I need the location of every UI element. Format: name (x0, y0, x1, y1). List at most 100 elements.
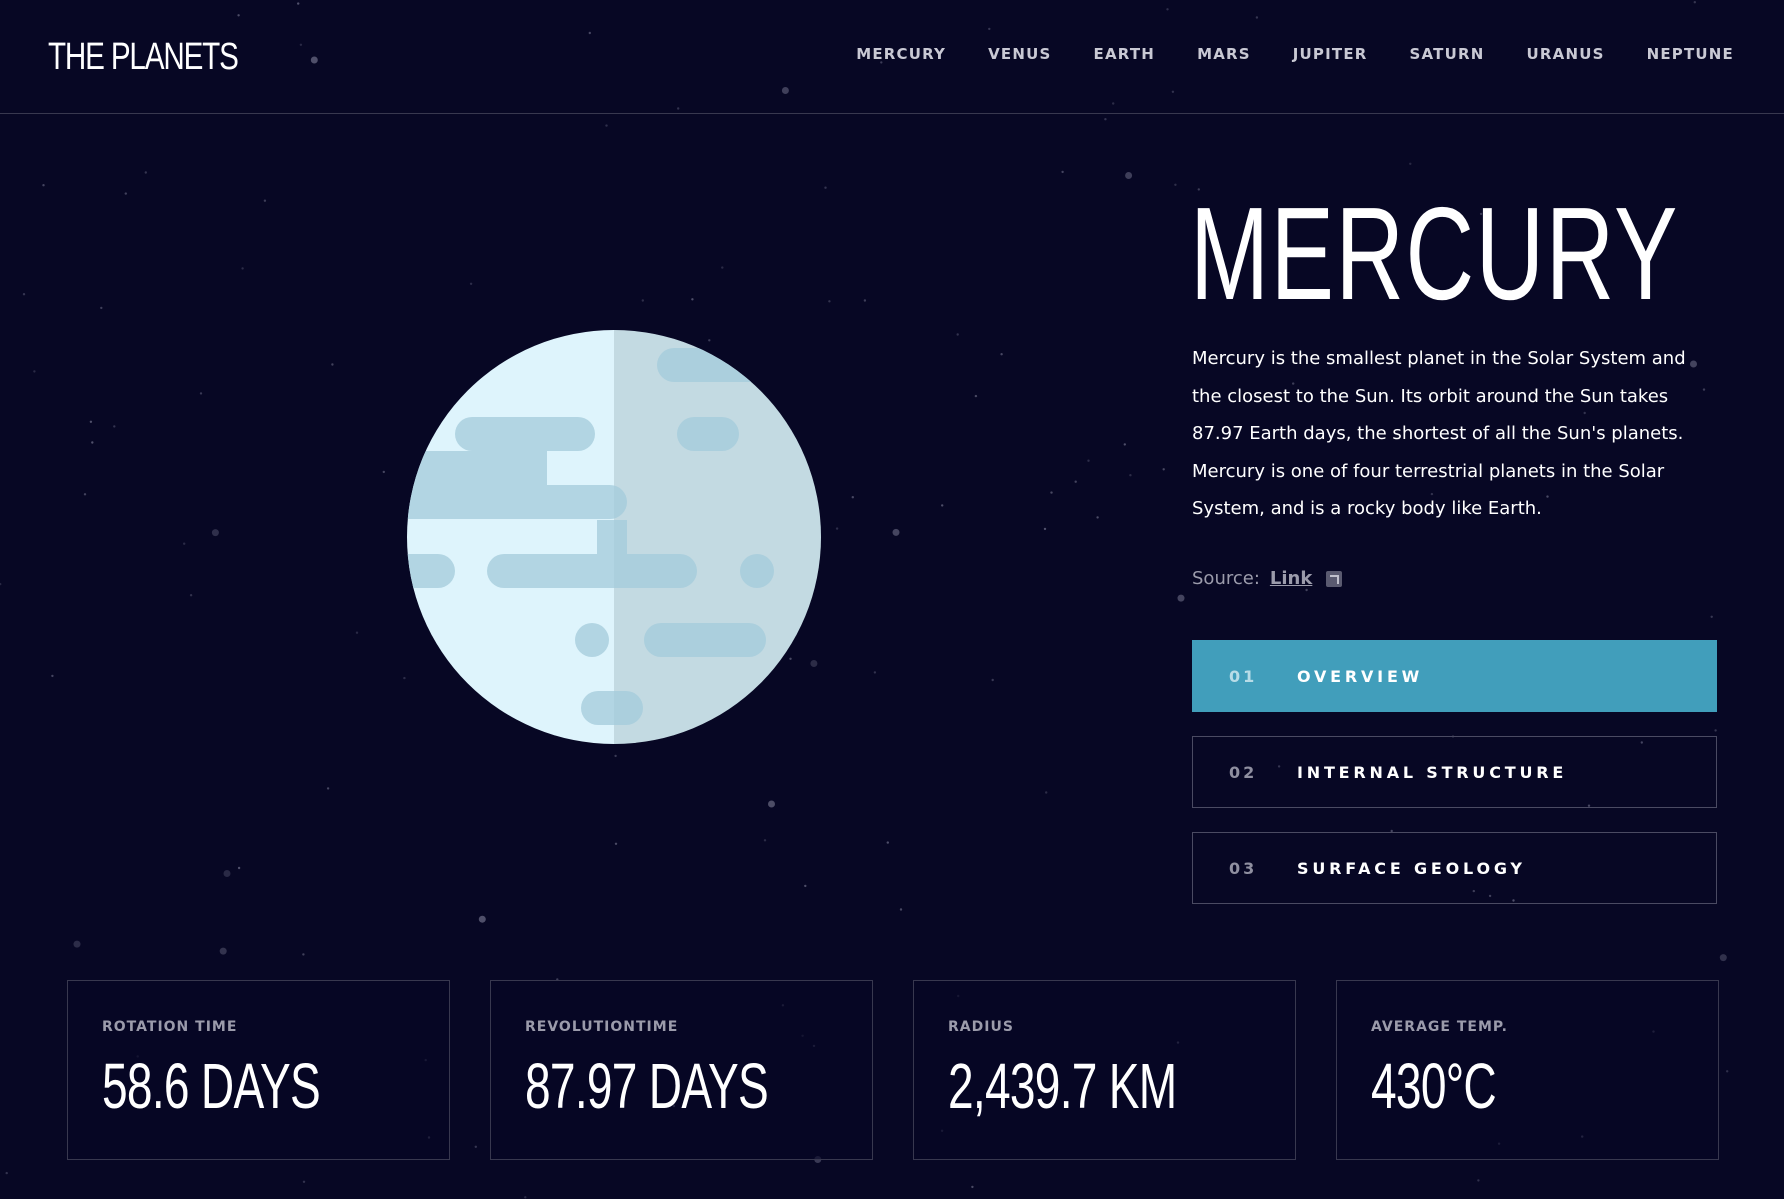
star-dot (614, 842, 618, 845)
tab-internal-structure[interactable]: 02 INTERNAL STRUCTURE (1192, 736, 1717, 808)
stat-value: 2,439.7 KM (948, 1050, 1177, 1122)
star-dot (0, 582, 2, 586)
nav-item-mercury[interactable]: MERCURY (856, 45, 946, 63)
source-link[interactable]: Link (1270, 568, 1312, 589)
stat-value: 430°C (1371, 1050, 1497, 1122)
external-link-icon[interactable] (1326, 570, 1343, 587)
star-dot (828, 300, 831, 303)
planet-tabs: 01 OVERVIEW 02 INTERNAL STRUCTURE 03 SUR… (1192, 640, 1717, 928)
star-dot (113, 425, 116, 428)
nav-item-jupiter[interactable]: JUPITER (1293, 45, 1368, 63)
nav-item-saturn[interactable]: SATURN (1410, 45, 1485, 63)
star-dot (403, 676, 406, 680)
stat-revolution-time: REVOLUTIONTIME 87.97 DAYS (490, 980, 873, 1160)
star-dot (1061, 170, 1064, 174)
tab-label: SURFACE GEOLOGY (1297, 858, 1526, 878)
tab-label: INTERNAL STRUCTURE (1297, 762, 1568, 782)
star-dot (691, 298, 694, 301)
stat-label: ROTATION TIME (102, 1019, 238, 1035)
star-dot (1129, 474, 1132, 477)
star-dot (1087, 459, 1090, 462)
star-dot (183, 542, 186, 545)
star-dot (1177, 594, 1185, 602)
nav-item-uranus[interactable]: URANUS (1527, 45, 1605, 63)
star-dot (83, 493, 87, 496)
star-dot (991, 678, 994, 682)
star-dot (73, 940, 81, 948)
star-dot (219, 947, 227, 955)
star-dot (189, 594, 193, 597)
star-dot (302, 953, 305, 956)
stat-label: AVERAGE TEMP. (1371, 1019, 1508, 1035)
star-dot (892, 528, 900, 536)
star-dot (237, 866, 241, 870)
stat-value: 58.6 DAYS (102, 1050, 321, 1122)
nav-item-mars[interactable]: MARS (1197, 45, 1251, 63)
nav-item-venus[interactable]: VENUS (988, 45, 1051, 63)
tab-number: 01 (1229, 666, 1258, 686)
star-dot (1710, 615, 1713, 618)
planet-title: MERCURY (1190, 180, 1679, 327)
star-dot (124, 192, 128, 195)
star-dot (199, 392, 203, 395)
stat-value: 87.97 DAYS (525, 1050, 769, 1122)
star-dot (768, 800, 775, 808)
tab-surface-geology[interactable]: 03 SURFACE GEOLOGY (1192, 832, 1717, 904)
source-label: Source: (1192, 568, 1260, 589)
star-dot (241, 267, 244, 270)
star-dot (974, 394, 978, 398)
star-dot (824, 186, 827, 189)
star-dot (51, 674, 54, 678)
star-dot (211, 529, 219, 537)
star-dot (1305, 588, 1308, 592)
star-dot (899, 908, 903, 911)
stat-rotation-time: ROTATION TIME 58.6 DAYS (67, 980, 450, 1160)
star-dot (1104, 118, 1107, 121)
tab-number: 03 (1229, 858, 1258, 878)
star-dot (1477, 1179, 1480, 1182)
tab-label: OVERVIEW (1297, 666, 1424, 686)
star-dot (1123, 443, 1127, 446)
star-dot (355, 631, 359, 634)
star-dot (1719, 954, 1727, 962)
star-dot (1096, 516, 1099, 519)
planet-description: Mercury is the smallest planet in the So… (1192, 348, 1686, 519)
stat-average-temp: AVERAGE TEMP. 430°C (1336, 980, 1719, 1160)
star-dot (1726, 1070, 1729, 1073)
star-dot (886, 841, 889, 844)
star-dot (804, 884, 807, 888)
star-dot (1050, 491, 1053, 494)
star-dot (1000, 353, 1003, 356)
star-dot (763, 839, 767, 842)
star-dot (326, 787, 330, 790)
planet-stats: ROTATION TIME 58.6 DAYS REVOLUTIONTIME 8… (67, 980, 1719, 1160)
star-dot (100, 306, 103, 310)
star-dot (1409, 162, 1412, 165)
star-dot (331, 363, 334, 366)
nav-item-neptune[interactable]: NEPTUNE (1647, 45, 1734, 63)
star-dot (42, 184, 45, 187)
star-dot (469, 282, 473, 285)
stat-label: REVOLUTIONTIME (525, 1019, 679, 1035)
star-dot (5, 1171, 8, 1175)
star-dot (22, 293, 26, 296)
star-dot (1043, 527, 1047, 531)
star-dot (1074, 480, 1077, 483)
nav-item-earth[interactable]: EARTH (1094, 45, 1156, 63)
stat-label: RADIUS (948, 1019, 1014, 1035)
star-dot (524, 1196, 527, 1199)
star-dot (614, 754, 617, 758)
star-dot (91, 441, 94, 444)
star-dot (302, 1180, 306, 1184)
star-dot (382, 470, 385, 474)
star-dot (478, 915, 486, 923)
star-dot (1162, 468, 1165, 471)
star-dot (873, 671, 877, 674)
site-header: THE PLANETS MERCURY VENUS EARTH MARS JUP… (0, 0, 1784, 114)
site-logo[interactable]: THE PLANETS (48, 36, 239, 79)
star-dot (263, 199, 267, 202)
source-line: Source: Link (1192, 568, 1343, 589)
star-dot (863, 299, 867, 302)
star-dot (605, 124, 608, 127)
tab-overview[interactable]: 01 OVERVIEW (1192, 640, 1717, 712)
